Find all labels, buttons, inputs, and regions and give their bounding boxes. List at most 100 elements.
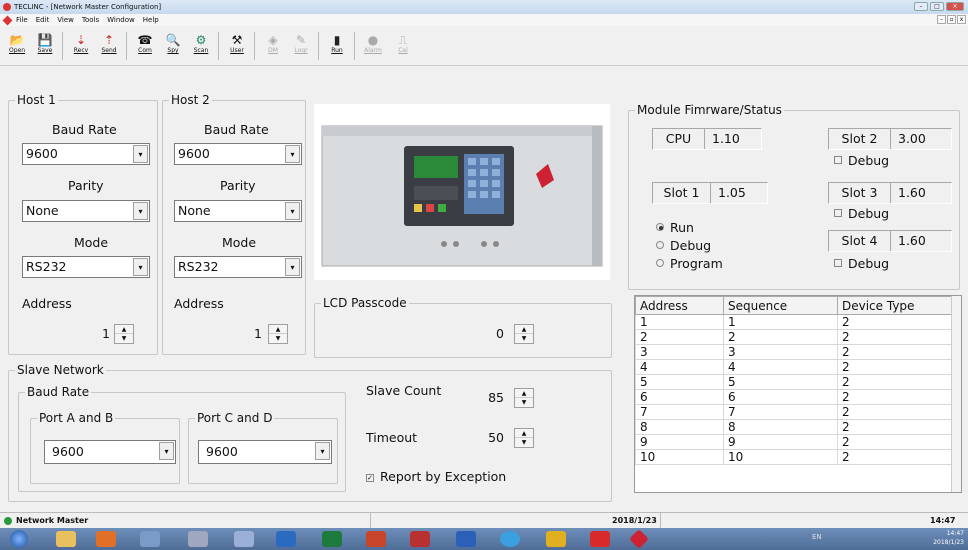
mode-program-radio[interactable]: Program: [656, 256, 723, 272]
menu-help[interactable]: Help: [143, 14, 159, 26]
dm-button[interactable]: ◈ DM: [260, 30, 286, 62]
radio-icon[interactable]: [656, 259, 664, 267]
cell-device-type[interactable]: 2: [837, 404, 953, 420]
minimize-button[interactable]: –: [914, 2, 928, 11]
table-row[interactable]: 10 10 2: [635, 449, 953, 465]
dropdown-arrow-icon[interactable]: ▾: [285, 202, 300, 220]
spy-button[interactable]: 🔍 Spy: [160, 30, 186, 62]
dropdown-arrow-icon[interactable]: ▾: [133, 258, 148, 276]
cell-sequence[interactable]: 7: [723, 404, 838, 420]
host2-mode-select[interactable]: RS232 ▾: [174, 256, 302, 278]
dropdown-arrow-icon[interactable]: ▾: [133, 145, 148, 163]
mdi-close-button[interactable]: x: [957, 15, 966, 24]
cell-device-type[interactable]: 2: [837, 314, 953, 330]
checkbox-icon[interactable]: [834, 156, 842, 164]
spin-up-icon[interactable]: ▲: [115, 325, 133, 334]
table-row[interactable]: 882: [635, 419, 953, 435]
outlook-icon[interactable]: [276, 531, 296, 547]
dropdown-arrow-icon[interactable]: ▾: [315, 442, 330, 460]
table-row[interactable]: 552: [635, 374, 953, 390]
slave-count-spinner[interactable]: ▲ ▼: [514, 388, 534, 408]
cell-sequence[interactable]: 10: [723, 449, 838, 465]
cell-device-type[interactable]: 2: [837, 359, 953, 375]
host2-address-spinner[interactable]: ▲ ▼: [268, 324, 288, 344]
table-row[interactable]: 442: [635, 359, 953, 375]
checkbox-checked-icon[interactable]: ✓: [366, 474, 374, 482]
column-header-device-type[interactable]: Device Type: [837, 296, 953, 315]
network-icon[interactable]: [188, 531, 208, 547]
cell-address[interactable]: 4: [635, 359, 724, 375]
mode-run-radio[interactable]: Run: [656, 220, 694, 236]
lcd-passcode-spinner[interactable]: ▲ ▼: [514, 324, 534, 344]
timeout-spinner[interactable]: ▲ ▼: [514, 428, 534, 448]
table-row[interactable]: 772: [635, 404, 953, 420]
cell-sequence[interactable]: 1: [723, 314, 838, 330]
cell-address[interactable]: 2: [635, 329, 724, 345]
cell-device-type[interactable]: 2: [837, 329, 953, 345]
spin-down-icon[interactable]: ▼: [115, 334, 133, 343]
cell-sequence[interactable]: 9: [723, 434, 838, 450]
mdi-restore-button[interactable]: ▫: [947, 15, 956, 24]
spin-up-icon[interactable]: ▲: [515, 429, 533, 438]
spin-up-icon[interactable]: ▲: [269, 325, 287, 334]
cell-device-type[interactable]: 2: [837, 419, 953, 435]
spin-up-icon[interactable]: ▲: [515, 389, 533, 398]
dropdown-arrow-icon[interactable]: ▾: [285, 145, 300, 163]
menu-tools[interactable]: Tools: [82, 14, 99, 26]
document-icon[interactable]: [2, 15, 13, 26]
spin-down-icon[interactable]: ▼: [269, 334, 287, 343]
clock[interactable]: 14:47 2018/1/23: [926, 529, 964, 547]
teclinc-app-icon[interactable]: [629, 529, 649, 549]
run-button[interactable]: ▮ Run: [324, 30, 350, 62]
cell-sequence[interactable]: 5: [723, 374, 838, 390]
cell-address[interactable]: 9: [635, 434, 724, 450]
table-row[interactable]: 222: [635, 329, 953, 345]
table-row[interactable]: 332: [635, 344, 953, 360]
menu-view[interactable]: View: [57, 14, 74, 26]
device-table[interactable]: Address Sequence Device Type 11222233244…: [634, 295, 962, 493]
cell-device-type[interactable]: 2: [837, 344, 953, 360]
column-header-address[interactable]: Address: [635, 296, 724, 315]
mdi-minimize-button[interactable]: –: [937, 15, 946, 24]
host1-address-value[interactable]: 1: [80, 326, 110, 342]
port-ab-select[interactable]: 9600 ▾: [44, 440, 176, 464]
dcm-icon[interactable]: [410, 531, 430, 547]
cell-sequence[interactable]: 4: [723, 359, 838, 375]
host2-address-value[interactable]: 1: [232, 326, 262, 342]
table-scrollbar[interactable]: [951, 296, 961, 492]
cal-button[interactable]: ⎍ Cal: [390, 30, 416, 62]
slot3-debug-checkbox[interactable]: Debug: [834, 206, 889, 222]
browser-icon[interactable]: [500, 531, 520, 547]
mode-debug-radio[interactable]: Debug: [656, 238, 711, 254]
language-indicator[interactable]: EN: [812, 533, 822, 541]
host1-parity-select[interactable]: None ▾: [22, 200, 150, 222]
open-button[interactable]: 📂 Open: [4, 30, 30, 62]
photo-icon[interactable]: [546, 531, 566, 547]
cell-device-type[interactable]: 2: [837, 374, 953, 390]
cell-sequence[interactable]: 6: [723, 389, 838, 405]
radio-selected-icon[interactable]: [656, 223, 664, 231]
cell-address[interactable]: 5: [635, 374, 724, 390]
cell-address[interactable]: 3: [635, 344, 724, 360]
menu-edit[interactable]: Edit: [36, 14, 50, 26]
excel-icon[interactable]: [322, 531, 342, 547]
host2-baud-select[interactable]: 9600 ▾: [174, 143, 302, 165]
pdf-icon[interactable]: [590, 531, 610, 547]
media-player-icon[interactable]: [96, 531, 116, 547]
port-cd-select[interactable]: 9600 ▾: [198, 440, 332, 464]
cell-sequence[interactable]: 2: [723, 329, 838, 345]
slave-count-value[interactable]: 85: [470, 390, 504, 406]
host2-parity-select[interactable]: None ▾: [174, 200, 302, 222]
host1-mode-select[interactable]: RS232 ▾: [22, 256, 150, 278]
com-button[interactable]: ☎ Com: [132, 30, 158, 62]
logr-button[interactable]: ✎ Logr: [288, 30, 314, 62]
table-row[interactable]: 992: [635, 434, 953, 450]
user-button[interactable]: ⚒ User: [224, 30, 250, 62]
close-button[interactable]: ✕: [946, 2, 964, 11]
cell-device-type[interactable]: 2: [837, 434, 953, 450]
spin-down-icon[interactable]: ▼: [515, 438, 533, 447]
maximize-button[interactable]: □: [930, 2, 944, 11]
alarm-button[interactable]: ● Alarm: [360, 30, 386, 62]
document-icon[interactable]: [234, 531, 254, 547]
word-icon[interactable]: [456, 531, 476, 547]
